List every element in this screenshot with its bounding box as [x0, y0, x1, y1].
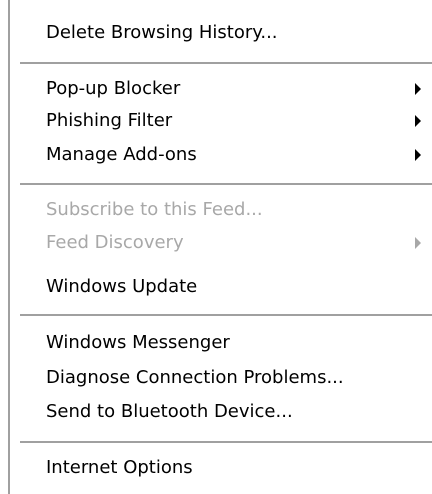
menu-item-label: Internet Options	[46, 457, 193, 478]
menu-item-label: Windows Update	[46, 276, 198, 297]
menu-item-popup-blocker[interactable]: Pop-up Blocker	[10, 72, 432, 105]
menu-separator	[20, 62, 432, 64]
menu-separator	[20, 183, 432, 185]
menu-item-windows-messenger[interactable]: Windows Messenger	[10, 326, 432, 359]
menu-item-label: Manage Add-ons	[46, 144, 197, 165]
menu-item-diagnose-connection-problems[interactable]: Diagnose Connection Problems...	[10, 361, 432, 394]
menu-item-label: Delete Browsing History...	[46, 22, 278, 43]
tools-menu: Delete Browsing History... Pop-up Blocke…	[0, 0, 432, 494]
menu-item-windows-update[interactable]: Windows Update	[10, 270, 432, 303]
menu-separator	[20, 441, 432, 443]
submenu-arrow-icon	[415, 149, 421, 161]
menu-item-internet-options[interactable]: Internet Options	[10, 451, 432, 484]
submenu-arrow-icon	[415, 83, 421, 95]
menu-item-label: Feed Discovery	[46, 232, 184, 253]
submenu-arrow-icon	[415, 115, 421, 127]
menu-item-manage-add-ons[interactable]: Manage Add-ons	[10, 138, 432, 171]
menu-item-phishing-filter[interactable]: Phishing Filter	[10, 104, 432, 137]
menu-item-label: Diagnose Connection Problems...	[46, 367, 344, 388]
menu-item-send-to-bluetooth-device[interactable]: Send to Bluetooth Device...	[10, 395, 432, 428]
menu-item-delete-browsing-history[interactable]: Delete Browsing History...	[10, 16, 432, 49]
menu-item-feed-discovery: Feed Discovery	[10, 226, 432, 259]
menu-separator	[20, 314, 432, 316]
menu-item-label: Windows Messenger	[46, 332, 230, 353]
submenu-arrow-icon	[415, 237, 421, 249]
menu-item-label: Phishing Filter	[46, 110, 173, 131]
menu-item-label: Send to Bluetooth Device...	[46, 401, 293, 422]
menu-item-label: Pop-up Blocker	[46, 78, 181, 99]
menu-item-subscribe-to-feed: Subscribe to this Feed...	[10, 193, 432, 226]
menu-item-label: Subscribe to this Feed...	[46, 199, 263, 220]
